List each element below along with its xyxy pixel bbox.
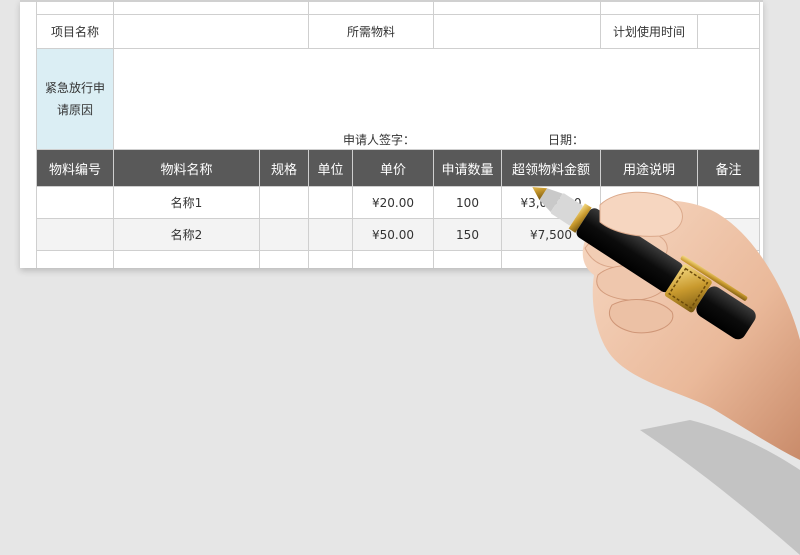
hand-holding-pen-image [532, 187, 800, 555]
